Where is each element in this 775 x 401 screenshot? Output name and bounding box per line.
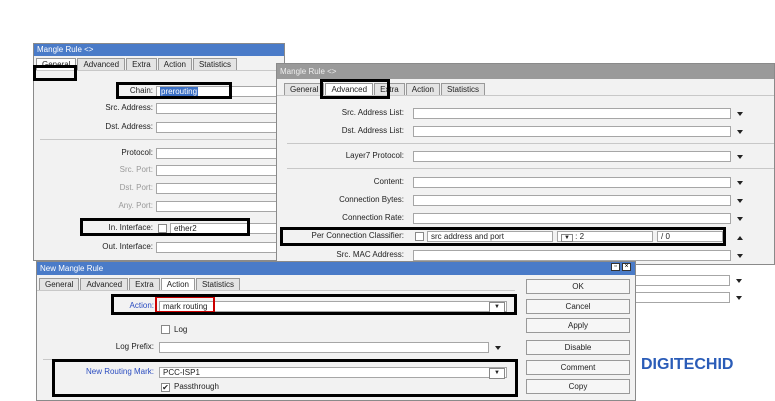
pcc-highlight xyxy=(280,227,726,246)
tab-general[interactable]: General xyxy=(284,83,325,95)
src-port-input[interactable] xyxy=(156,165,284,176)
comment-button[interactable]: Comment xyxy=(526,360,630,375)
log-label: Log xyxy=(174,325,188,334)
dst-port-label: Dst. Port: xyxy=(119,183,153,192)
window-titlebar[interactable]: Mangle Rule <> xyxy=(34,44,284,56)
ok-button[interactable]: OK xyxy=(526,279,630,294)
src-port-label: Src. Port: xyxy=(119,165,153,174)
content-label: Content: xyxy=(373,177,404,186)
chevron-down-icon[interactable] xyxy=(737,181,743,185)
any-port-input[interactable] xyxy=(156,201,284,212)
chevron-down-icon[interactable] xyxy=(736,296,742,300)
any-port-label: Any. Port: xyxy=(118,201,153,210)
chevron-down-icon[interactable] xyxy=(736,279,742,283)
src-mac-input[interactable] xyxy=(413,250,731,261)
connection-bytes-label: Connection Bytes: xyxy=(339,195,404,204)
copy-button[interactable]: Copy xyxy=(526,379,630,394)
close-icon[interactable]: × xyxy=(622,263,631,271)
advanced-tab-highlight xyxy=(320,79,390,99)
window-titlebar[interactable]: New Mangle Rule ▫ × xyxy=(37,262,635,275)
chevron-down-icon[interactable] xyxy=(737,130,743,134)
out-interface-label: Out. Interface: xyxy=(102,242,153,251)
tab-action[interactable]: Action xyxy=(160,278,195,290)
tab-statistics[interactable]: Statistics xyxy=(195,278,240,290)
restore-icon[interactable]: ▫ xyxy=(611,263,620,271)
chevron-down-icon[interactable] xyxy=(495,346,501,350)
log-checkbox[interactable] xyxy=(161,325,170,334)
dst-port-input[interactable] xyxy=(156,183,284,194)
dst-address-label: Dst. Address: xyxy=(105,122,153,131)
src-address-input[interactable] xyxy=(156,103,284,114)
extra-field[interactable] xyxy=(630,292,730,303)
src-mac-label: Src. MAC Address: xyxy=(336,250,404,259)
connection-bytes-input[interactable] xyxy=(413,195,731,206)
divider xyxy=(287,168,774,169)
window-title: New Mangle Rule xyxy=(40,264,104,273)
chevron-down-icon[interactable] xyxy=(737,217,743,221)
connection-rate-input[interactable] xyxy=(413,213,731,224)
layer7-protocol-input[interactable] xyxy=(413,151,731,162)
general-tab-highlight xyxy=(33,65,77,81)
chain-highlight xyxy=(116,82,232,99)
tab-advanced[interactable]: Advanced xyxy=(80,278,129,290)
chevron-down-icon[interactable] xyxy=(737,112,743,116)
src-address-label: Src. Address: xyxy=(105,103,153,112)
dst-address-input[interactable] xyxy=(156,122,284,133)
protocol-label: Protocol: xyxy=(121,148,153,157)
src-address-list-label: Src. Address List: xyxy=(341,108,404,117)
window-controls: ▫ × xyxy=(611,263,631,271)
log-prefix-input[interactable] xyxy=(159,342,489,353)
apply-button[interactable]: Apply xyxy=(526,318,630,333)
chevron-down-icon[interactable] xyxy=(737,155,743,159)
action-highlight xyxy=(111,294,517,315)
protocol-input[interactable] xyxy=(156,148,284,159)
dst-address-list-label: Dst. Address List: xyxy=(341,126,404,135)
brand-watermark: DIGITECHID xyxy=(641,356,734,373)
tab-action[interactable]: Action xyxy=(405,83,440,95)
window-title: Mangle Rule <> xyxy=(280,67,337,76)
connection-rate-label: Connection Rate: xyxy=(342,213,404,222)
dst-address-list-input[interactable] xyxy=(413,126,731,137)
disable-button[interactable]: Disable xyxy=(526,340,630,355)
tab-bar: General Advanced Extra Action Statistics xyxy=(39,278,240,290)
tab-extra[interactable]: Extra xyxy=(129,278,160,290)
tab-statistics[interactable]: Statistics xyxy=(440,83,485,95)
log-prefix-label: Log Prefix: xyxy=(115,342,154,351)
tab-advanced[interactable]: Advanced xyxy=(77,58,126,70)
tab-action[interactable]: Action xyxy=(157,58,192,70)
extra-field[interactable] xyxy=(630,275,730,286)
chevron-up-icon[interactable] xyxy=(737,236,743,240)
src-address-list-input[interactable] xyxy=(413,108,731,119)
out-interface-input[interactable] xyxy=(156,242,284,253)
tab-statistics[interactable]: Statistics xyxy=(192,58,237,70)
window-titlebar[interactable]: Mangle Rule <> xyxy=(277,64,774,79)
tab-extra[interactable]: Extra xyxy=(126,58,157,70)
divider xyxy=(37,290,515,291)
window-title: Mangle Rule <> xyxy=(37,45,94,54)
chevron-down-icon[interactable] xyxy=(737,254,743,258)
cancel-button[interactable]: Cancel xyxy=(526,299,630,314)
chevron-down-icon[interactable] xyxy=(737,199,743,203)
in-interface-highlight xyxy=(80,218,250,236)
layer7-protocol-label: Layer7 Protocol: xyxy=(345,151,404,160)
routing-mark-highlight xyxy=(52,359,518,397)
content-input[interactable] xyxy=(413,177,731,188)
divider xyxy=(287,143,774,144)
divider xyxy=(40,139,284,140)
tab-general[interactable]: General xyxy=(39,278,80,290)
